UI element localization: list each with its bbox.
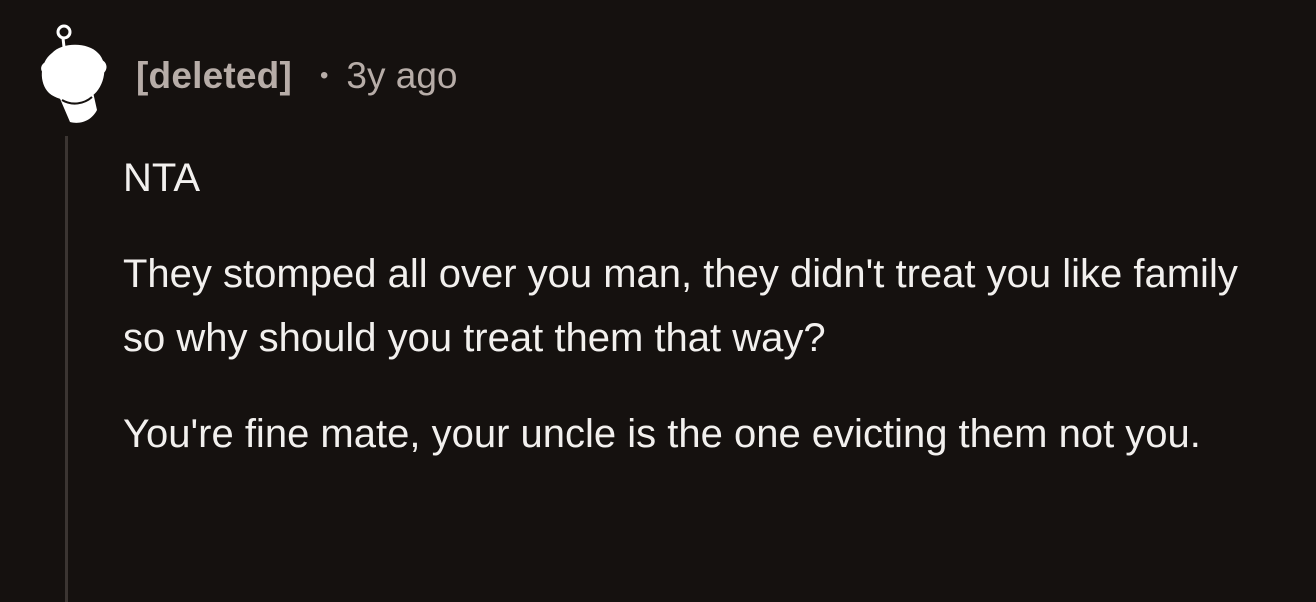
comment-body: NTA They stomped all over you man, they … xyxy=(123,146,1283,466)
deleted-user-avatar-icon[interactable] xyxy=(38,20,110,128)
comment-timestamp[interactable]: 3y ago xyxy=(346,55,457,97)
comment-meta: [deleted] • 3y ago xyxy=(136,55,457,97)
comment: [deleted] • 3y ago NTA They stomped all … xyxy=(0,0,1316,602)
meta-separator: • xyxy=(319,62,329,89)
comment-paragraph-1: NTA xyxy=(123,156,201,200)
thread-line[interactable] xyxy=(65,136,68,602)
comment-author[interactable]: [deleted] xyxy=(136,55,292,97)
comment-paragraph-2: They stomped all over you man, they didn… xyxy=(123,252,1238,360)
comment-paragraph-3: You're fine mate, your uncle is the one … xyxy=(123,412,1201,456)
